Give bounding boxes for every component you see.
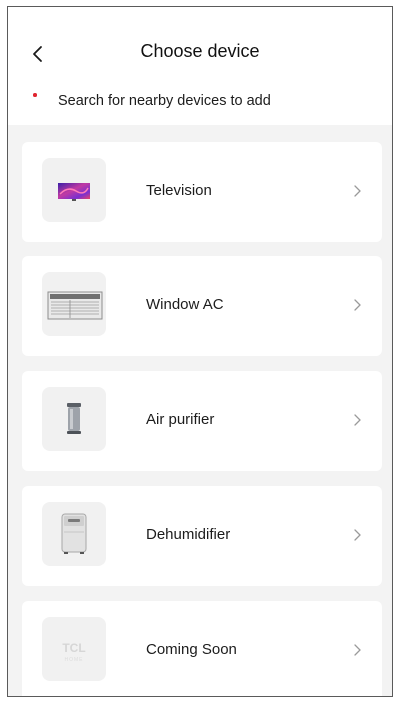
device-label: Window AC bbox=[146, 296, 224, 313]
air-purifier-icon bbox=[67, 403, 81, 434]
chevron-right-icon bbox=[354, 529, 361, 541]
device-item-dehumidifier[interactable]: Dehumidifier bbox=[22, 486, 382, 586]
device-thumbnail bbox=[42, 272, 106, 336]
device-item-window-ac[interactable]: Window AC bbox=[22, 256, 382, 356]
television-icon bbox=[58, 183, 90, 201]
device-item-air-purifier[interactable]: Air purifier bbox=[22, 371, 382, 471]
tcl-home-logo: TCL HOME bbox=[62, 641, 85, 663]
device-label: Dehumidifier bbox=[146, 526, 231, 543]
hint-text: Search for nearby devices to add bbox=[58, 93, 271, 109]
page-title: Choose device bbox=[140, 41, 260, 61]
window-ac-icon bbox=[47, 291, 103, 320]
chevron-right-icon bbox=[354, 185, 361, 197]
device-label: Coming Soon bbox=[146, 641, 237, 658]
device-label: Air purifier bbox=[146, 411, 215, 428]
chevron-right-icon bbox=[354, 299, 361, 311]
chevron-right-icon bbox=[354, 414, 361, 426]
device-thumbnail: TCL HOME bbox=[42, 617, 106, 681]
dehumidifier-icon bbox=[61, 513, 87, 554]
chevron-right-icon bbox=[354, 644, 361, 656]
device-item-coming-soon[interactable]: TCL HOME Coming Soon bbox=[22, 601, 382, 696]
svg-text:HOME: HOME bbox=[65, 657, 84, 663]
device-thumbnail bbox=[42, 387, 106, 451]
device-thumbnail bbox=[42, 502, 106, 566]
svg-text:TCL: TCL bbox=[62, 641, 85, 655]
screen-frame: Choose device Search for nearby devices … bbox=[7, 6, 393, 697]
header: Choose device Search for nearby devices … bbox=[8, 7, 392, 125]
device-thumbnail bbox=[42, 158, 106, 222]
required-dot bbox=[33, 93, 37, 97]
device-label: Television bbox=[146, 182, 212, 199]
device-item-television[interactable]: Television bbox=[22, 142, 382, 242]
